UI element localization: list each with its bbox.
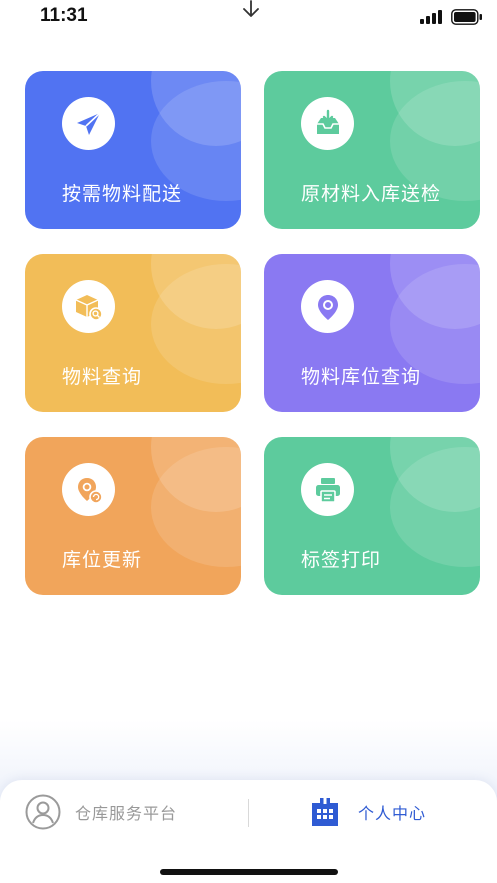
map-pin-icon bbox=[301, 280, 354, 333]
tab-label: 个人中心 bbox=[358, 804, 427, 823]
tab-personal-center[interactable]: 个人中心 bbox=[308, 794, 426, 830]
pull-down-arrow-icon bbox=[243, 0, 259, 17]
card-label: 物料库位查询 bbox=[301, 366, 422, 388]
card-material-query[interactable]: 物料查询 bbox=[25, 254, 241, 412]
status-time: 11:31 bbox=[40, 5, 88, 26]
card-location-update[interactable]: 库位更新 bbox=[25, 437, 241, 595]
card-on-demand-delivery[interactable]: 按需物料配送 bbox=[25, 71, 241, 229]
apps-grid-icon bbox=[312, 798, 338, 826]
status-bar: 11:31 bbox=[0, 0, 497, 34]
card-label: 原材料入库送检 bbox=[301, 183, 442, 205]
card-label: 按需物料配送 bbox=[62, 183, 183, 205]
tab-divider bbox=[248, 799, 249, 827]
battery-icon bbox=[451, 9, 482, 25]
home-indicator bbox=[160, 869, 338, 875]
user-avatar-icon bbox=[25, 794, 61, 830]
cellular-signal-icon bbox=[420, 10, 442, 24]
card-label: 标签打印 bbox=[301, 549, 382, 571]
tab-bar: 仓库服务平台 个人中心 bbox=[0, 780, 497, 883]
card-label: 库位更新 bbox=[62, 549, 143, 571]
card-raw-material-inspection[interactable]: 原材料入库送检 bbox=[264, 71, 480, 229]
inbox-download-icon bbox=[301, 97, 354, 150]
tab-warehouse-platform[interactable]: 仓库服务平台 bbox=[25, 794, 177, 830]
paper-plane-icon bbox=[62, 97, 115, 150]
printer-icon bbox=[301, 463, 354, 516]
package-search-icon bbox=[62, 280, 115, 333]
card-label: 物料查询 bbox=[62, 366, 143, 388]
card-label-printing[interactable]: 标签打印 bbox=[264, 437, 480, 595]
location-refresh-icon bbox=[62, 463, 115, 516]
card-material-location-query[interactable]: 物料库位查询 bbox=[264, 254, 480, 412]
tab-label: 仓库服务平台 bbox=[75, 804, 178, 823]
